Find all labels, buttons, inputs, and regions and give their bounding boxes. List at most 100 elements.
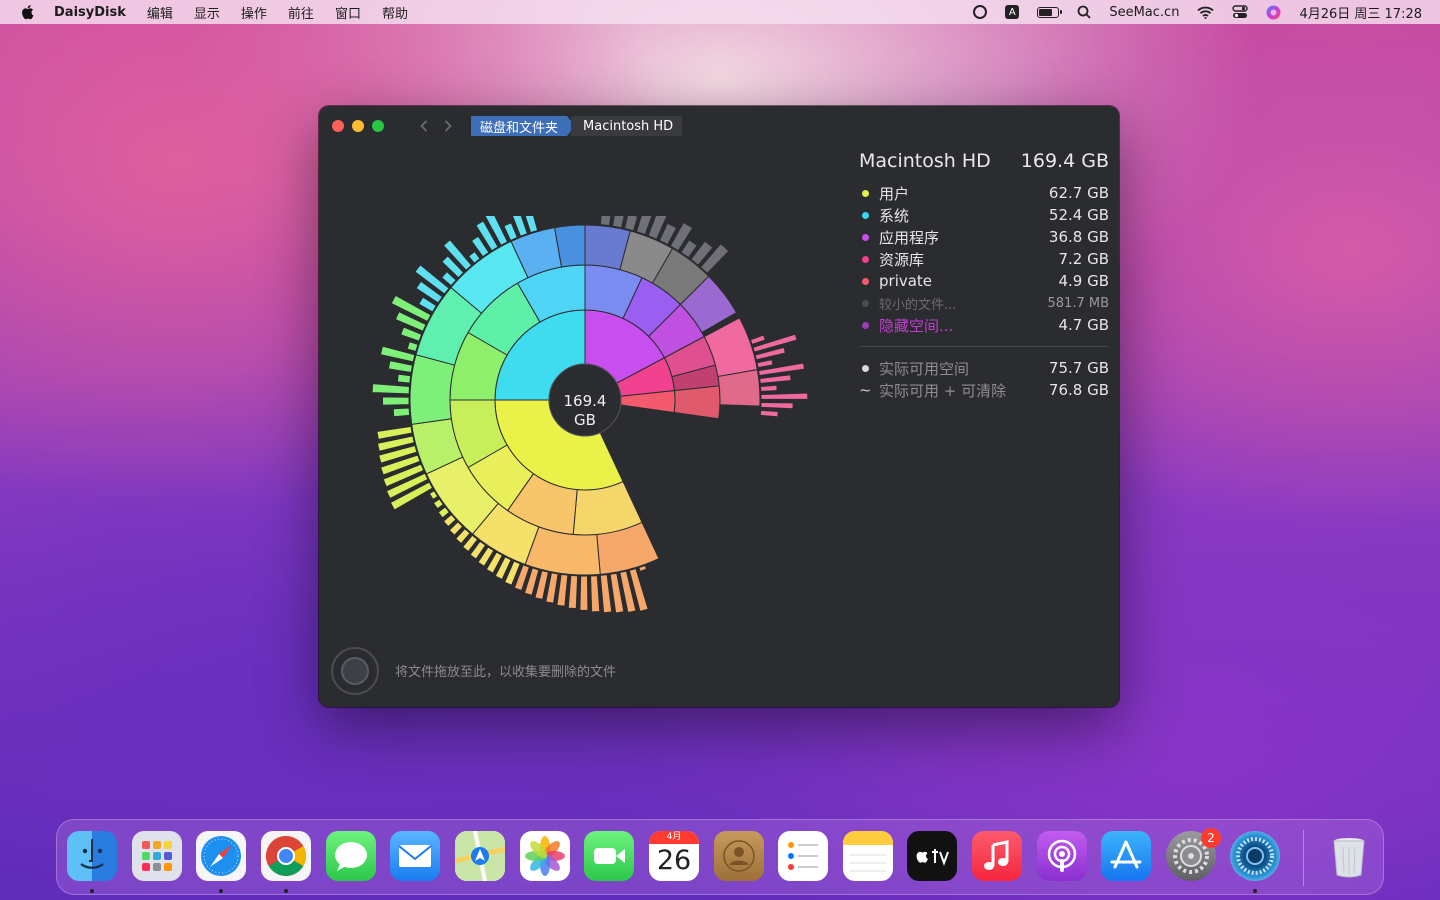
disk-name: Macintosh HD bbox=[859, 150, 991, 172]
podcasts-icon[interactable] bbox=[1037, 831, 1087, 881]
legend-row-label: 系统 bbox=[879, 206, 910, 225]
sunburst-outer-spoke[interactable] bbox=[623, 216, 639, 232]
menu-edit[interactable]: 编辑 bbox=[147, 3, 173, 22]
sunburst-outer-spoke[interactable] bbox=[590, 575, 601, 613]
chrome-running-indicator bbox=[284, 889, 288, 893]
center-size-unit: GB bbox=[574, 411, 596, 429]
collector-drop-zone[interactable] bbox=[331, 647, 379, 695]
zoom-button[interactable] bbox=[372, 120, 384, 132]
notes-icon[interactable] bbox=[843, 831, 893, 881]
sunburst-ring3-segment[interactable] bbox=[717, 369, 761, 407]
menu-help[interactable]: 帮助 bbox=[382, 3, 408, 22]
sunburst-outer-spoke[interactable] bbox=[382, 396, 410, 406]
battery-icon[interactable] bbox=[1037, 6, 1063, 18]
wifi-icon[interactable] bbox=[1197, 6, 1215, 19]
legend-row-free-purgeable: ~ 实际可用 + 可清除 76.8 GB bbox=[859, 379, 1109, 401]
sunburst-outer-spoke[interactable] bbox=[756, 359, 774, 369]
menu-go[interactable]: 前往 bbox=[288, 3, 314, 22]
legend-row-label: 用户 bbox=[879, 184, 910, 203]
legend-row-value: 76.8 GB bbox=[1048, 381, 1109, 399]
mail-icon[interactable] bbox=[390, 831, 440, 881]
sunburst-outer-spoke[interactable] bbox=[599, 216, 612, 227]
legend-row-hidden-space[interactable]: 隐藏空间... 4.7 GB bbox=[859, 314, 1109, 336]
menu-view[interactable]: 显示 bbox=[194, 3, 220, 22]
input-method-icon[interactable]: A bbox=[1005, 5, 1020, 19]
hidden-space-link[interactable]: 隐藏空间... bbox=[879, 315, 1058, 336]
daisydisk-icon[interactable] bbox=[1230, 831, 1280, 881]
sunburst-outer-spoke[interactable] bbox=[387, 360, 414, 374]
system-color-dot bbox=[862, 211, 869, 219]
sunburst-outer-spoke[interactable] bbox=[579, 575, 589, 611]
menu-actions[interactable]: 操作 bbox=[241, 3, 267, 22]
sunburst-outer-spoke[interactable] bbox=[760, 392, 809, 400]
legend-row-free-space: 实际可用空间 75.7 GB bbox=[859, 357, 1109, 379]
sunburst-outer-spoke[interactable] bbox=[599, 574, 613, 614]
menu-bar: DaisyDisk 编辑 显示 操作 前往 窗口 帮助 A SeeMac.cn … bbox=[0, 0, 1440, 24]
dock: 4月 26 2 bbox=[56, 819, 1384, 895]
title-bar: 磁盘和文件夹 Macintosh HD bbox=[319, 106, 1119, 146]
menu-window[interactable]: 窗口 bbox=[335, 3, 361, 22]
sunburst-ring2-segment[interactable] bbox=[673, 385, 721, 420]
close-button[interactable] bbox=[332, 120, 344, 132]
spotlight-search-icon[interactable] bbox=[1077, 5, 1091, 19]
minimize-button[interactable] bbox=[352, 120, 364, 132]
sunburst-outer-spoke[interactable] bbox=[392, 407, 411, 418]
legend-row-value: 4.9 GB bbox=[1058, 272, 1109, 290]
maps-icon[interactable] bbox=[455, 831, 505, 881]
contacts-icon[interactable] bbox=[714, 831, 764, 881]
sunburst-outer-spoke[interactable] bbox=[371, 383, 411, 395]
music-icon[interactable] bbox=[972, 831, 1022, 881]
legend-divider bbox=[859, 346, 1109, 347]
trash-icon[interactable] bbox=[1324, 831, 1374, 881]
sync-status-icon[interactable] bbox=[973, 5, 988, 19]
site-label: SeeMac.cn bbox=[1109, 4, 1180, 20]
safari-icon[interactable] bbox=[196, 831, 246, 881]
legend-row-value: 7.2 GB bbox=[1058, 250, 1109, 268]
tilde-symbol: ~ bbox=[859, 381, 872, 399]
sunburst-outer-spoke[interactable] bbox=[759, 374, 792, 384]
legend-row-label: 实际可用空间 bbox=[879, 359, 970, 378]
legend-row-value: 62.7 GB bbox=[1048, 184, 1109, 202]
legend-row-applications[interactable]: 应用程序 36.8 GB bbox=[859, 226, 1109, 248]
facetime-icon[interactable] bbox=[584, 831, 634, 881]
legend-row-system[interactable]: 系统 52.4 GB bbox=[859, 204, 1109, 226]
drop-hint: 将文件拖放至此，以收集要删除的文件 bbox=[395, 665, 617, 680]
legend-row-library[interactable]: 资源库 7.2 GB bbox=[859, 248, 1109, 270]
breadcrumb-disks-folders[interactable]: 磁盘和文件夹 bbox=[471, 116, 576, 136]
finder-icon[interactable] bbox=[67, 831, 117, 881]
legend-row-smaller-files[interactable]: 较小的文件... 581.7 MB bbox=[859, 292, 1109, 314]
sunburst-outer-spoke[interactable] bbox=[396, 373, 412, 384]
calendar-day: 26 bbox=[656, 845, 692, 876]
daisydisk-running-indicator bbox=[1253, 889, 1257, 893]
sunburst-outer-spoke[interactable] bbox=[760, 401, 794, 410]
datetime[interactable]: 4月26日 周三 17:28 bbox=[1299, 3, 1422, 22]
legend-row-users[interactable]: 用户 62.7 GB bbox=[859, 182, 1109, 204]
sunburst-outer-spoke[interactable] bbox=[406, 340, 419, 353]
back-chevron-icon[interactable] bbox=[415, 116, 433, 136]
appstore-icon[interactable] bbox=[1101, 831, 1151, 881]
breadcrumb-macintosh-hd[interactable]: Macintosh HD bbox=[571, 116, 683, 136]
menu-app-name[interactable]: DaisyDisk bbox=[54, 5, 126, 20]
sunburst-outer-spoke[interactable] bbox=[759, 409, 779, 418]
appletv-icon[interactable] bbox=[907, 831, 957, 881]
sunburst-outer-spoke[interactable] bbox=[556, 573, 569, 607]
legend-row-private[interactable]: private 4.9 GB bbox=[859, 270, 1109, 292]
reminders-icon[interactable] bbox=[778, 831, 828, 881]
siri-icon[interactable] bbox=[1266, 5, 1281, 20]
photos-icon[interactable] bbox=[520, 831, 570, 881]
apple-menu-icon[interactable] bbox=[20, 4, 34, 20]
control-center-icon[interactable] bbox=[1232, 5, 1249, 19]
forward-chevron-icon[interactable] bbox=[439, 116, 457, 136]
launchpad-icon[interactable] bbox=[132, 831, 182, 881]
sunburst-chart[interactable]: 169.4 GB bbox=[349, 216, 829, 616]
legend-row-value: 52.4 GB bbox=[1048, 206, 1109, 224]
chrome-icon[interactable] bbox=[261, 831, 311, 881]
sunburst-ring3-segment[interactable] bbox=[409, 354, 456, 425]
messages-icon[interactable] bbox=[326, 831, 376, 881]
sunburst-outer-spoke[interactable] bbox=[567, 574, 579, 610]
legend-row-value: 4.7 GB bbox=[1058, 316, 1109, 334]
sunburst-outer-spoke[interactable] bbox=[749, 334, 766, 346]
size-legend: Macintosh HD 169.4 GB 用户 62.7 GB 系统 52.4… bbox=[859, 150, 1109, 401]
sunburst-outer-spoke[interactable] bbox=[759, 384, 778, 392]
calendar-icon[interactable]: 4月 26 bbox=[649, 831, 699, 881]
